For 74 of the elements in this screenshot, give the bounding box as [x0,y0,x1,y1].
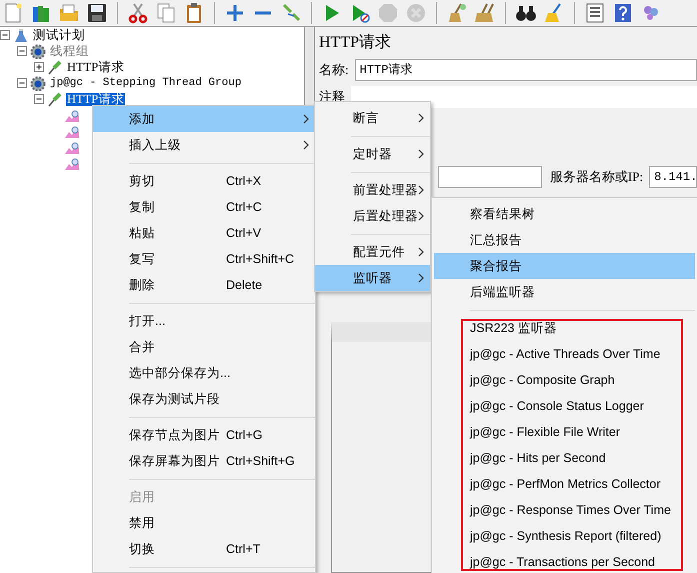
menu-item[interactable]: 配置元件 [315,239,430,265]
menu-item[interactable]: 前置处理器 [315,177,430,203]
menu-item[interactable]: 删除 [129,276,226,294]
field-label: 名称: [319,61,349,80]
shortcut-text: Ctrl+Shift+C [226,250,294,268]
broom-icon[interactable] [446,2,468,24]
menu-item[interactable]: 剪切 [129,172,226,190]
tree-toggle[interactable] [34,94,44,104]
copy-icon[interactable] [155,2,177,24]
menu-item[interactable]: 切换 [129,540,226,558]
menu-item[interactable]: jp@gc - Console Status Logger [434,393,695,419]
panel-title: HTTP请求 [319,32,392,53]
menu-item[interactable]: 禁用 [93,510,315,536]
shortcut-text: Delete [226,276,262,294]
menu-item[interactable]: jp@gc - Synthesis Report (filtered) [434,523,695,549]
flask-icon [13,28,29,42]
tree-toggle[interactable] [17,78,27,88]
menu-item[interactable]: 复制 [129,198,226,216]
menu-item[interactable]: 保存为测试片段 [93,386,315,412]
pipette-icon [47,60,63,74]
tree-item[interactable]: 测试计划 [32,28,86,42]
menu-item[interactable]: jp@gc - Transactions per Second [434,549,695,573]
brooms-icon[interactable] [474,2,496,24]
menu-item[interactable]: 插入上级 [93,132,315,158]
pipette-icon[interactable] [280,2,302,24]
menu-item[interactable]: 复写 [129,250,226,268]
menu-item[interactable]: 添加 [93,106,315,132]
folder-icon[interactable] [58,2,80,24]
menu-item[interactable]: 粘贴 [129,224,226,242]
menu-item[interactable]: jp@gc - Composite Graph [434,367,695,393]
menu-item[interactable]: 合并 [93,334,315,360]
menu-item[interactable]: 察看结果树 [434,201,695,227]
pipette-icon [47,92,63,106]
tree-toggle[interactable] [0,30,10,40]
shortcut-text: Ctrl+V [226,224,262,242]
menu-item[interactable]: 后端监听器 [434,279,695,305]
menu-item[interactable]: 聚合报告 [434,253,695,279]
protocol-field[interactable] [438,166,542,188]
name-field[interactable]: HTTP请求 [354,59,697,81]
menu-item[interactable]: 定时器 [315,141,430,167]
list-icon[interactable] [584,2,606,24]
menu-item[interactable]: 保存节点为图片 [129,426,226,444]
chart-icon [64,156,80,170]
help-icon[interactable] [612,2,634,24]
menu-item[interactable]: jp@gc - Active Threads Over Time [434,341,695,367]
server-field[interactable]: 8.141. [649,166,697,188]
chart-icon [64,108,80,122]
shortcut-text: Ctrl+X [226,172,262,190]
plus-icon[interactable] [224,2,246,24]
menu-item[interactable]: 监听器 [315,265,430,291]
menu-item[interactable]: JSR223 监听器 [434,315,695,341]
shortcut-text: Ctrl+G [226,426,262,444]
field-label: 服务器名称或IP: [550,168,644,186]
menu-item[interactable]: jp@gc - PerfMon Metrics Collector [434,471,695,497]
menu-item[interactable]: 汇总报告 [434,227,695,253]
shortcut-text: Ctrl+Shift+G [226,452,295,470]
menu-item[interactable]: 保存屏幕为图片 [129,452,226,470]
comment-field[interactable] [351,86,697,108]
menu-item[interactable]: 断言 [315,105,430,131]
shortcut-text: Ctrl+C [226,198,262,216]
scissors-icon[interactable] [127,2,149,24]
menu-item[interactable]: 后置处理器 [315,203,430,229]
menu-item[interactable]: jp@gc - Response Times Over Time [434,497,695,523]
menu-item[interactable]: 选中部分保存为... [93,360,315,386]
gear-icon [30,44,46,58]
menu-item[interactable]: 打开... [93,308,315,334]
menu-item[interactable]: jp@gc - Flexible File Writer [434,419,695,445]
tree-item[interactable]: HTTP请求 [66,92,126,106]
tree-item[interactable]: jp@gc - Stepping Thread Group [49,76,242,90]
menu-item[interactable]: jp@gc - Hits per Second [434,445,695,471]
gear-icon [30,76,46,90]
chart-icon [64,124,80,138]
chart-icon [64,140,80,154]
shortcut-text: Ctrl+T [226,540,260,558]
